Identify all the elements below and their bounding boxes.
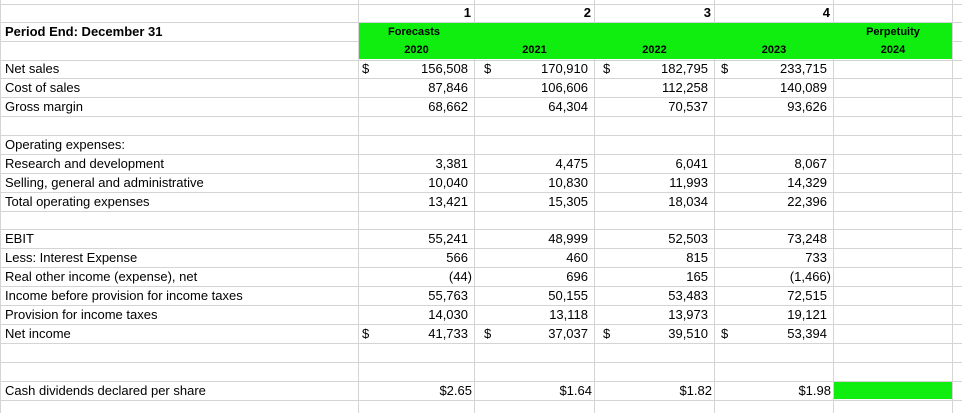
period-end-label: Period End: December 31 [5, 24, 163, 39]
cell-value: 93,626 [787, 99, 827, 114]
row-label-net-income: Net income [5, 326, 71, 341]
row-label-cash-dividends: Cash dividends declared per share [5, 383, 206, 398]
cell-value: 112,258 [661, 80, 708, 95]
row-label-total-opex: Total operating expenses [5, 194, 150, 209]
cell-value: 10,040 [428, 175, 468, 190]
cell-value: 53,483 [668, 288, 708, 303]
row-label-operating-expenses: Operating expenses: [5, 137, 125, 152]
row-label-sga: Selling, general and administrative [5, 175, 204, 190]
spreadsheet-grid: 1 2 3 4 Period End: December 31 Forecast… [0, 0, 962, 413]
cell-value: 14,329 [787, 175, 827, 190]
row-label-ebit: EBIT [5, 231, 34, 246]
cell-value: 3,381 [435, 156, 468, 171]
row-label-net-sales: Net sales [5, 61, 60, 76]
forecasts-label: Forecasts [388, 26, 440, 38]
cell-value: $2.65 [439, 383, 472, 398]
cell-value: 8,067 [794, 156, 827, 171]
cell-value: 53,394 [787, 326, 827, 341]
gridline [833, 0, 834, 413]
year-2020: 2020 [404, 44, 429, 56]
row-label-interest-expense: Less: Interest Expense [5, 250, 138, 265]
cell-value: 156,508 [421, 61, 468, 76]
cell-value: 22,396 [787, 194, 827, 209]
cell-value: 50,155 [548, 288, 588, 303]
cell-value: 70,537 [668, 99, 708, 114]
row-label-other-income: Real other income (expense), net [5, 269, 198, 284]
cell-value: 39,510 [668, 326, 708, 341]
gridline [0, 116, 962, 117]
row-label-cost-of-sales: Cost of sales [5, 80, 81, 95]
cell-value: 696 [566, 269, 588, 284]
year-2024: 2024 [880, 44, 906, 56]
cell-value: 73,248 [787, 231, 827, 246]
cell-value: 170,910 [541, 61, 588, 76]
row-label-gross-margin: Gross margin [5, 99, 84, 114]
cell-value: 460 [566, 250, 588, 265]
cell-value: 815 [686, 250, 708, 265]
cell-value: 72,515 [787, 288, 827, 303]
cell-value: 4,475 [555, 156, 588, 171]
cell-value: 11,993 [669, 175, 708, 190]
cell-value: 13,118 [549, 307, 588, 322]
row-label-pretax-income: Income before provision for income taxes [5, 288, 243, 303]
cell-value: 13,421 [428, 194, 468, 209]
year-2023: 2023 [761, 44, 787, 56]
gridline [0, 135, 962, 136]
gridline [0, 0, 1, 413]
cell-value: 48,999 [548, 231, 588, 246]
column-number-2: 2 [583, 5, 591, 20]
cell-value: 566 [446, 250, 468, 265]
cell-value: 37,037 [548, 326, 588, 341]
column-number-1: 1 [463, 5, 471, 20]
cell-value: 733 [805, 250, 827, 265]
cell-value: 106,606 [541, 80, 588, 95]
row-label-research-development: Research and development [5, 156, 164, 171]
column-number-4: 4 [822, 5, 830, 20]
cell-value: 140,089 [780, 80, 827, 95]
cell-value: 64,304 [548, 99, 588, 114]
cell-value: (1,466) [789, 269, 831, 284]
cell-value: 233,715 [780, 61, 827, 76]
cell-value: 41,733 [428, 326, 468, 341]
cell-value: $1.98 [798, 383, 831, 398]
cell-value: 182,795 [661, 61, 708, 76]
cell-value: 14,030 [428, 307, 468, 322]
cell-value: 68,662 [428, 99, 468, 114]
gridline [0, 362, 962, 363]
gridline [0, 343, 962, 344]
year-2021: 2021 [522, 44, 547, 56]
cell-value: 6,041 [675, 156, 708, 171]
cell-value: 15,305 [548, 194, 588, 209]
perpetuity-dividend-highlight [834, 382, 952, 399]
cell-value: 10,830 [548, 175, 588, 190]
cell-value: 13,973 [668, 307, 708, 322]
gridline [0, 400, 962, 401]
cell-value: 18,034 [668, 194, 708, 209]
gridline [952, 0, 953, 413]
cell-value: $1.64 [559, 383, 592, 398]
perpetuity-label: Perpetuity [866, 26, 920, 38]
column-number-3: 3 [703, 5, 711, 20]
cell-value: 55,241 [428, 231, 468, 246]
row-label-income-taxes: Provision for income taxes [5, 307, 158, 322]
cell-value: 19,121 [787, 307, 827, 322]
cell-value: 52,503 [668, 231, 708, 246]
cell-value: 165 [686, 269, 708, 284]
year-2022: 2022 [642, 44, 667, 56]
cell-value: $1.82 [679, 383, 712, 398]
cell-value: 87,846 [428, 80, 468, 95]
gridline [0, 211, 962, 212]
cell-value: (44) [448, 269, 472, 284]
cell-value: 55,763 [428, 288, 468, 303]
